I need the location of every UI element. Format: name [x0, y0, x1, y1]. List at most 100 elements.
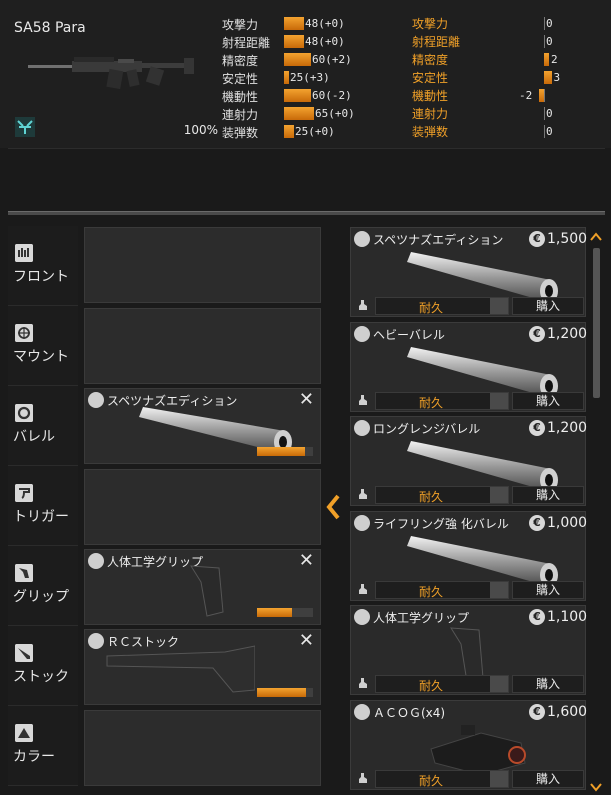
stat-bar	[284, 53, 311, 66]
durability-dropdown[interactable]: 耐久	[375, 675, 509, 693]
durability-bar	[257, 688, 313, 697]
slot-front-empty[interactable]	[84, 227, 321, 303]
duck-icon	[359, 772, 367, 783]
durability-dropdown[interactable]: 耐久	[375, 391, 509, 410]
stat-bar	[284, 17, 304, 30]
barrel-icon	[354, 514, 370, 531]
durability-dropdown[interactable]: 耐久	[375, 769, 509, 788]
shop-item[interactable]: スペツナズエディション €1,500 耐久 購入	[350, 227, 587, 317]
chevron-down-icon[interactable]	[490, 676, 508, 692]
weapon-summary-panel: SA58 Para 100% 攻撃力 48(+0) 射程距離 48(+0) 精密度 60(…	[0, 0, 611, 148]
slot-trigger-empty[interactable]	[84, 469, 321, 545]
category-label: ストック	[13, 669, 69, 685]
stat-bar	[284, 107, 314, 120]
durability-dropdown[interactable]: 耐久	[375, 486, 509, 504]
duck-icon	[359, 489, 367, 499]
stat-label: 射程距離	[222, 36, 271, 50]
stat-bar	[284, 125, 294, 138]
category-label: グリップ	[13, 589, 69, 605]
stat-change-bar	[539, 89, 544, 102]
duck-icon	[359, 583, 367, 594]
coin-icon: €	[529, 609, 545, 625]
close-icon[interactable]: ✕	[299, 550, 314, 571]
buy-button[interactable]: 購入	[512, 486, 584, 504]
stock-icon	[15, 644, 33, 662]
stat-change-row: 安定性 3	[412, 69, 611, 86]
stock-icon	[88, 633, 104, 649]
stat-bar	[284, 71, 289, 84]
scroll-down-icon[interactable]	[590, 782, 602, 792]
buy-button[interactable]: 購入	[512, 580, 584, 599]
buy-button[interactable]: 購入	[512, 297, 584, 315]
grip-icon	[88, 553, 104, 569]
durability-bar	[257, 608, 313, 617]
barrel-icon	[354, 325, 370, 342]
durability-dropdown[interactable]: 耐久	[375, 297, 509, 315]
buy-button[interactable]: 購入	[512, 769, 584, 788]
stat-change-label: 安定性	[412, 71, 449, 85]
chevron-down-icon[interactable]	[490, 392, 508, 409]
chevron-left-icon[interactable]	[323, 492, 343, 522]
barrel-icon	[88, 392, 104, 408]
stat-row: 攻撃力 48(+0)	[222, 15, 422, 32]
category-color[interactable]: カラー	[8, 706, 78, 786]
slot-barrel[interactable]: スペツナズエディション ✕	[84, 388, 321, 464]
stat-change-baseline	[544, 125, 545, 138]
chevron-down-icon[interactable]	[490, 770, 508, 787]
mount-icon	[15, 324, 33, 342]
stat-label: 装弾数	[222, 126, 259, 140]
barrel-icon	[354, 420, 370, 436]
slot-mount-empty[interactable]	[84, 308, 321, 384]
slot-stock[interactable]: ＲＣストック ✕	[84, 629, 321, 705]
grip-icon	[354, 609, 370, 625]
stat-row: 射程距離 48(+0)	[222, 33, 422, 50]
durability-fill	[257, 608, 292, 617]
stat-change-baseline	[544, 107, 545, 120]
grip-image	[190, 565, 224, 617]
buy-button[interactable]: 購入	[512, 675, 584, 693]
stat-value: 25(+0)	[295, 125, 335, 138]
stat-row: 装弾数 25(+0)	[222, 123, 422, 140]
slot-color-empty[interactable]	[84, 710, 321, 786]
scroll-up-icon[interactable]	[590, 232, 602, 242]
shop-item[interactable]: ＡＣＯＧ(x4) €1,600 耐久 購入	[350, 699, 587, 790]
durability-label: 耐久	[418, 679, 443, 693]
scrollbar-thumb[interactable]	[593, 248, 600, 398]
shop-item-price: 1,200	[547, 325, 588, 342]
weapon-image	[28, 57, 194, 90]
shop-item[interactable]: ライフリング強 化バレル €1,000 耐久 購入	[350, 510, 588, 601]
stat-bar	[284, 35, 304, 48]
chevron-down-icon[interactable]	[490, 487, 508, 503]
buy-button[interactable]: 購入	[512, 391, 584, 410]
stat-change-label: 射程距離	[412, 35, 461, 49]
stat-label: 攻撃力	[222, 18, 259, 32]
category-front[interactable]: フロント	[8, 226, 78, 306]
category-stock[interactable]: ストック	[8, 626, 78, 706]
stat-change-bar	[544, 53, 549, 66]
durability-bar	[257, 447, 313, 456]
slot-grip[interactable]: 人体工学グリップ ✕	[84, 549, 321, 625]
stat-change-row: 精密度 2	[412, 51, 611, 68]
ammo-percent: 100%	[183, 123, 218, 137]
chevron-down-icon[interactable]	[490, 581, 508, 598]
stat-change-value: 0	[546, 107, 553, 120]
stat-change-label: 機動性	[412, 89, 449, 103]
chevron-down-icon[interactable]	[490, 298, 508, 314]
stat-value: 48(+0)	[305, 35, 345, 48]
stat-change-value: 0	[546, 17, 553, 30]
stat-change-bar	[544, 71, 552, 84]
close-icon[interactable]: ✕	[299, 630, 314, 651]
durability-label: 耐久	[418, 773, 443, 788]
coin-icon: €	[529, 420, 545, 436]
category-mount[interactable]: マウント	[8, 306, 78, 386]
shop-item-price: 1,000	[547, 514, 588, 531]
durability-label: 耐久	[418, 395, 443, 410]
divider	[8, 211, 605, 215]
category-barrel[interactable]: バレル	[8, 386, 78, 466]
durability-dropdown[interactable]: 耐久	[375, 580, 509, 599]
shop-item[interactable]: ヘビーバレル €1,200 耐久 購入	[350, 321, 588, 412]
shop-item[interactable]: ロングレンジバレル €1,200 耐久 購入	[350, 416, 587, 506]
category-grip[interactable]: グリップ	[8, 546, 78, 626]
category-trigger[interactable]: トリガー	[8, 466, 78, 546]
shop-item[interactable]: 人体工学グリップ €1,100 耐久 購入	[350, 605, 587, 695]
